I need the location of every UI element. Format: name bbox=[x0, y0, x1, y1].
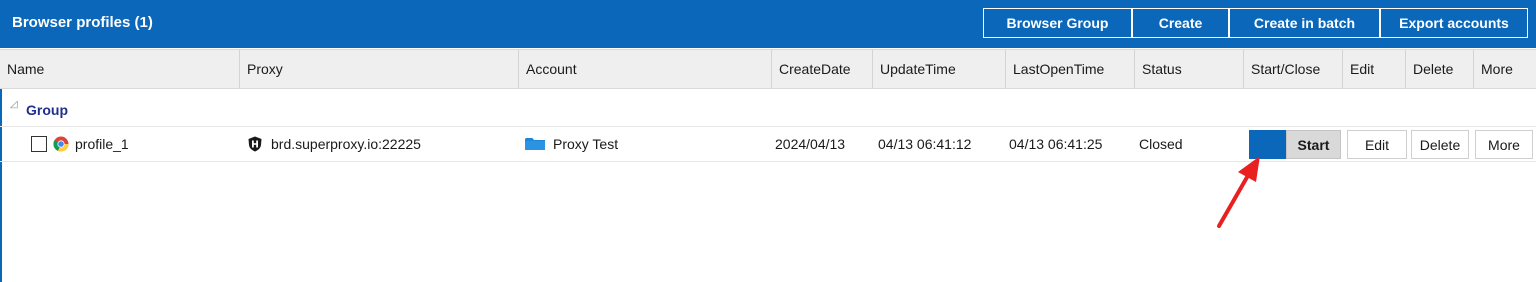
group-label: Group bbox=[26, 102, 68, 118]
create-in-batch-button[interactable]: Create in batch bbox=[1229, 8, 1380, 38]
export-accounts-button[interactable]: Export accounts bbox=[1380, 8, 1528, 38]
red-arrow-icon bbox=[1217, 156, 1260, 228]
create-button[interactable]: Create bbox=[1132, 8, 1229, 38]
start-button[interactable]: Start bbox=[1286, 130, 1341, 159]
triangle-collapse-icon[interactable]: ◿ bbox=[10, 99, 18, 110]
account-cell: Proxy Test bbox=[525, 127, 618, 161]
column-header-createdate[interactable]: CreateDate bbox=[772, 50, 873, 88]
column-header-more[interactable]: More bbox=[1474, 50, 1536, 88]
page-title: Browser profiles (1) bbox=[12, 14, 153, 31]
shield-icon bbox=[248, 136, 262, 152]
status-cell: Closed bbox=[1139, 136, 1183, 152]
browser-group-button[interactable]: Browser Group bbox=[983, 8, 1132, 38]
folder-icon bbox=[525, 138, 545, 150]
column-header-lastopentime[interactable]: LastOpenTime bbox=[1006, 50, 1135, 88]
chrome-icon bbox=[53, 136, 69, 152]
column-header-name[interactable]: Name bbox=[0, 50, 240, 88]
create-date-cell: 2024/04/13 bbox=[775, 136, 846, 152]
edit-button[interactable]: Edit bbox=[1347, 130, 1407, 159]
group-row[interactable]: ◿ Group bbox=[0, 96, 1536, 124]
column-header-start-close[interactable]: Start/Close bbox=[1244, 50, 1343, 88]
update-time-cell: 04/13 06:41:12 bbox=[878, 136, 972, 152]
last-open-time-cell: 04/13 06:41:25 bbox=[1009, 136, 1103, 152]
proxy-address: brd.superproxy.io:22225 bbox=[271, 136, 421, 152]
proxy-cell: brd.superproxy.io:22225 bbox=[247, 127, 421, 161]
column-header-updatetime[interactable]: UpdateTime bbox=[873, 50, 1006, 88]
toolbar: Browser profiles (1) Browser Group Creat… bbox=[0, 0, 1536, 48]
column-header-status[interactable]: Status bbox=[1135, 50, 1244, 88]
column-header-proxy[interactable]: Proxy bbox=[240, 50, 519, 88]
column-header-edit[interactable]: Edit bbox=[1343, 50, 1406, 88]
account-name: Proxy Test bbox=[553, 136, 619, 152]
column-header-account[interactable]: Account bbox=[519, 50, 772, 88]
name-cell: profile_1 bbox=[31, 127, 129, 161]
table-header: Name Proxy Account CreateDate UpdateTime… bbox=[0, 49, 1536, 89]
row-checkbox[interactable] bbox=[31, 136, 47, 152]
profile-name[interactable]: profile_1 bbox=[75, 136, 129, 152]
column-header-delete[interactable]: Delete bbox=[1406, 50, 1474, 88]
delete-button[interactable]: Delete bbox=[1411, 130, 1469, 159]
more-button[interactable]: More bbox=[1475, 130, 1533, 159]
